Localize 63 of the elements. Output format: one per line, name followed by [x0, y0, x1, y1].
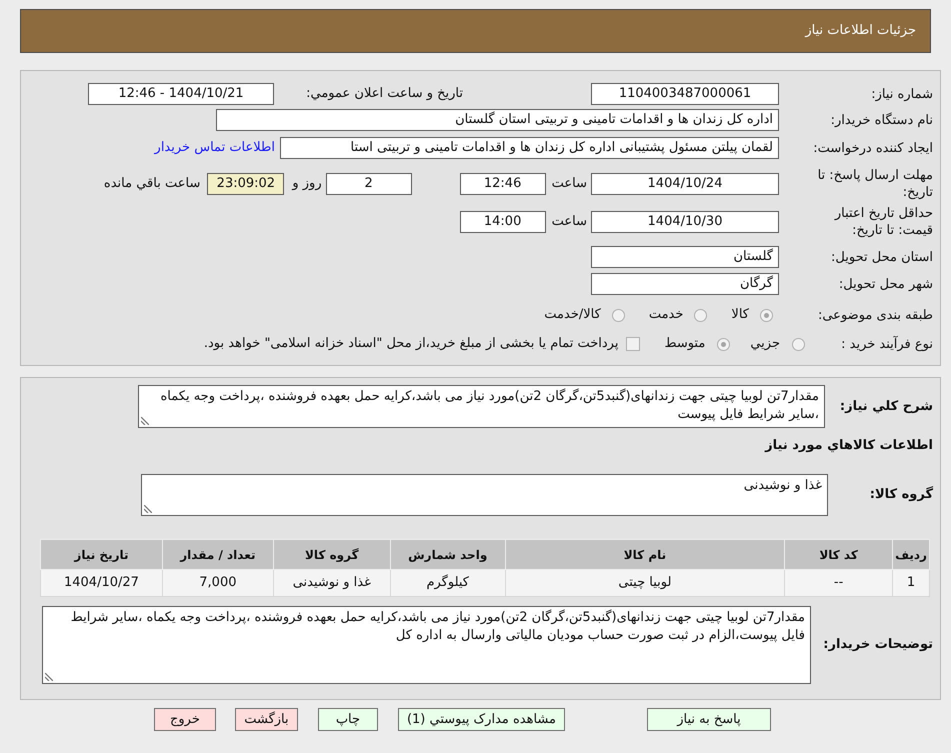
action-button[interactable]: بازگشت	[234, 708, 298, 731]
field-label: توضیحات خریدار:	[822, 636, 933, 654]
action-button[interactable]: پاسخ به نیاز	[647, 708, 771, 731]
field-label: روز و	[292, 175, 322, 194]
field-label: گروه کالا:	[868, 485, 933, 504]
option-label: کالا	[731, 306, 749, 324]
text-field[interactable]: 1404/10/24	[591, 173, 779, 195]
section-heading: اطلاعات کالاهاي مورد نیاز	[765, 437, 933, 454]
text-field[interactable]: 2	[326, 173, 412, 195]
column-header: تعداد / مقدار	[162, 540, 274, 570]
table-cell: غذا و نوشیدنی	[273, 570, 390, 596]
option-label: متوسط	[664, 335, 706, 354]
resize-grip-icon[interactable]	[141, 417, 149, 425]
field-label: نوع فرآیند خرید :	[840, 336, 933, 352]
field-label: مهلت ارسال پاسخ: تا تاریخ:	[816, 167, 933, 201]
column-header: گروه کالا	[273, 540, 390, 570]
field-label: طبقه بندی موضوعی:	[816, 306, 933, 324]
text-field[interactable]: گرگان	[591, 273, 779, 295]
text-field[interactable]: 1404/10/30	[591, 211, 779, 233]
text-field[interactable]: اداره کل زندان ها و اقدامات تامینی و تربیتی استان گلستان	[216, 109, 779, 131]
action-button[interactable]: چاپ	[318, 708, 378, 731]
text-field[interactable]: لقمان پیلتن مسئول پشتیبانی اداره کل زندان ها و اقدامات تامینی و تربیتی استا	[280, 137, 779, 159]
option-label: جزيي	[750, 335, 780, 354]
checkbox-label: پرداخت تمام یا بخشی از مبلغ خرید،از محل "اسناد خزانه اسلامی" خواهد بود.	[204, 335, 618, 354]
column-header: کد کالا	[784, 540, 893, 570]
field-label: استان محل تحویل:	[830, 248, 933, 266]
table-cell: کیلوگرم	[390, 570, 506, 596]
table-cell: لوبیا چیتی	[505, 570, 785, 596]
table-cell: 1	[892, 570, 930, 596]
field-label: نام دستگاه خریدار:	[830, 112, 933, 128]
column-header: تاریخ نیاز	[40, 540, 162, 570]
text-field[interactable]: گلستان	[591, 246, 779, 268]
table-cell: 1404/10/27	[40, 570, 162, 596]
text-area[interactable]: مقدار7تن لوبیا چیتی جهت زندانهای(گنبد5تن،گرگان 2تن)مورد نیاز می باشد،کرایه حمل بعهده فروشنده ،پرداخت وجه یکماه ،سایر شرایط فایل پیوست،الزام در ثبت صورت حساب مودیان مالیاتی وارسال به اداره کل	[42, 606, 811, 684]
table-cell: --	[784, 570, 893, 596]
column-header: نام کالا	[505, 540, 785, 570]
text-area[interactable]: مقدار7تن لوبیا چیتی جهت زندانهای(گنبد5تن،گرگان 2تن)مورد نیاز می باشد،کرایه حمل بعهده فروشنده ،پرداخت وجه یکماه ،سایر شرایط فایل پیوست	[138, 385, 825, 428]
action-button[interactable]: مشاهده مدارک پیوستي (1)	[398, 708, 565, 731]
action-button[interactable]: خروج	[154, 708, 216, 731]
table-cell: 7,000	[162, 570, 274, 596]
text-field[interactable]: 1104003487000061	[591, 83, 779, 105]
field-label: ساعت	[552, 175, 587, 194]
text-field[interactable]: 23:09:02	[207, 173, 284, 195]
resize-grip-icon[interactable]	[45, 673, 53, 681]
text-field[interactable]: 14:00	[460, 211, 546, 233]
column-header: ردیف	[892, 540, 930, 570]
field-label: ایجاد کننده درخواست:	[813, 140, 933, 156]
option-label: خدمت	[648, 306, 684, 324]
text-field[interactable]: 12:46	[460, 173, 546, 195]
option-label: کالا/خدمت	[544, 306, 601, 324]
field-label: شماره نیاز:	[870, 86, 933, 102]
column-header: واحد شمارش	[390, 540, 506, 570]
field-label: ساعت باقي مانده	[104, 175, 200, 194]
page-title: جزئیات اطلاعات نیاز	[805, 22, 916, 40]
field-label: ساعت	[552, 213, 587, 232]
field-label: شهر محل تحویل:	[838, 276, 933, 292]
field-label: حداقل تاریخ اعتبار قیمت: تا تاریخ:	[833, 205, 933, 239]
field-label: تاریخ و ساعت اعلان عمومي:	[306, 85, 463, 104]
resize-grip-icon[interactable]	[144, 505, 152, 513]
contact-link[interactable]: اطلاعات تماس خریدار	[154, 138, 275, 158]
field-label: شرح کلي نیاز:	[838, 398, 933, 416]
text-area[interactable]: غذا و نوشیدنی	[141, 474, 828, 516]
text-field[interactable]: 1404/10/21 - 12:46	[88, 83, 274, 105]
